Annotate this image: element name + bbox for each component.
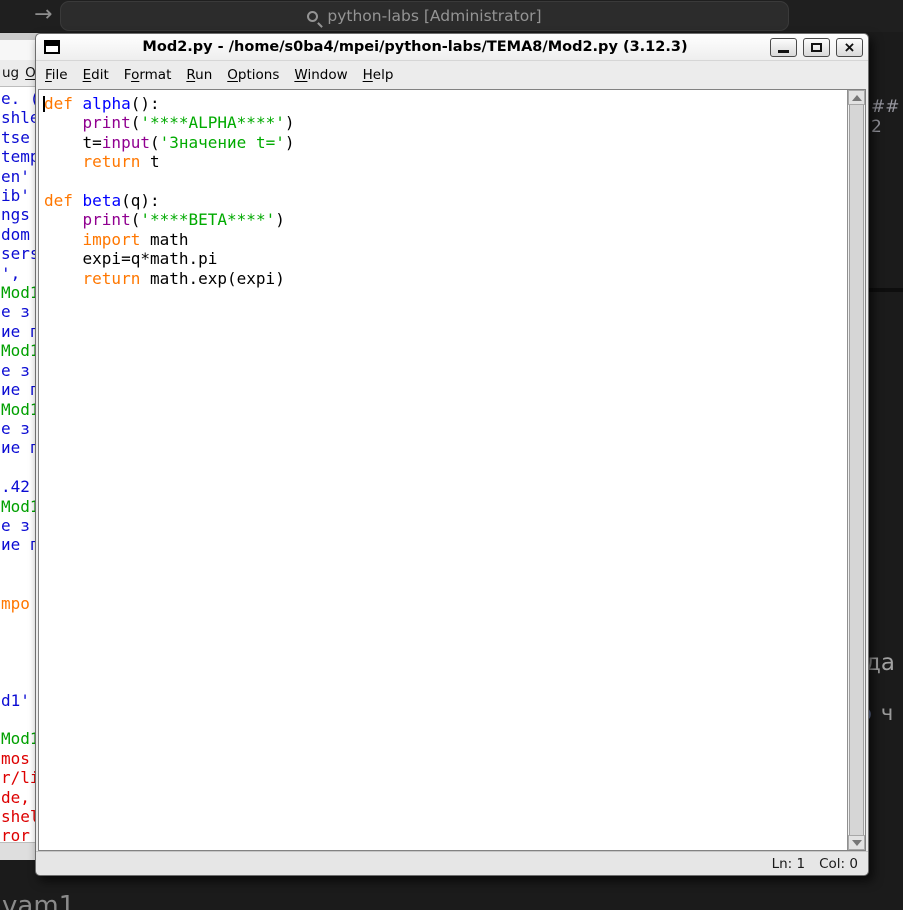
background-menu-fragment: ug bbox=[2, 65, 19, 81]
scroll-down-button[interactable] bbox=[848, 835, 865, 850]
idle-editor-window: Mod2.py - /home/s0ba4/mpei/python-labs/T… bbox=[35, 33, 869, 876]
code-line: def beta(q): bbox=[44, 191, 847, 210]
window-icon bbox=[44, 40, 60, 54]
search-box[interactable]: python-labs [Administrator] bbox=[60, 1, 789, 31]
code-line: def alpha(): bbox=[44, 94, 847, 113]
desktop-fragment-bottom: vam1 bbox=[2, 891, 75, 910]
desktop-fragment-hash: ## 2 bbox=[871, 97, 903, 137]
status-col: Col: 0 bbox=[819, 856, 858, 872]
search-text: python-labs [Administrator] bbox=[327, 7, 541, 25]
arrow-down-icon bbox=[852, 840, 862, 846]
code-line bbox=[44, 172, 847, 191]
code-line: print('****BETA****') bbox=[44, 210, 847, 229]
editor-area: def alpha(): print('****ALPHA****') t=in… bbox=[38, 89, 866, 851]
menu-bar: File Edit Format Run Options Window Help bbox=[36, 61, 868, 89]
code-line: return t bbox=[44, 152, 847, 171]
fragment-ch: ч bbox=[881, 701, 893, 725]
background-shell-window[interactable]: ugO e. (shletsetempen'ib'ngsdomsers',Mod… bbox=[0, 33, 40, 860]
close-icon: × bbox=[845, 39, 855, 56]
text-cursor bbox=[43, 96, 45, 112]
arrow-up-icon bbox=[852, 95, 862, 101]
window-title: Mod2.py - /home/s0ba4/mpei/python-labs/T… bbox=[60, 39, 770, 55]
menu-file[interactable]: File bbox=[45, 67, 68, 83]
minimize-button[interactable] bbox=[770, 38, 797, 57]
menu-options[interactable]: Options bbox=[227, 67, 279, 83]
background-window-gap bbox=[0, 40, 40, 60]
minimize-icon bbox=[778, 50, 789, 53]
vertical-scrollbar[interactable] bbox=[847, 90, 865, 850]
maximize-button[interactable] bbox=[803, 38, 830, 57]
status-bar: Ln: 1 Col: 0 bbox=[36, 851, 868, 875]
desktop-fragment-da: да bbox=[865, 650, 895, 676]
code-line: print('****ALPHA****') bbox=[44, 113, 847, 132]
scrollbar-thumb[interactable] bbox=[849, 105, 864, 835]
background-shell-text: e. (shletsetempen'ib'ngsdomsers',Mod1e з… bbox=[0, 87, 40, 842]
code-line: import math bbox=[44, 230, 847, 249]
background-window-menubar[interactable]: ugO bbox=[0, 60, 40, 87]
code-line: expi=q*math.pi bbox=[44, 249, 847, 268]
close-button[interactable]: × bbox=[836, 38, 863, 57]
search-icon bbox=[307, 11, 318, 22]
code-editor[interactable]: def alpha(): print('****ALPHA****') t=in… bbox=[39, 90, 847, 850]
code-line: return math.exp(expi) bbox=[44, 269, 847, 288]
top-bar: → python-labs [Administrator] bbox=[0, 0, 903, 32]
scroll-up-button[interactable] bbox=[848, 90, 865, 105]
code-line: t=input('Значение t=') bbox=[44, 133, 847, 152]
background-window-titlebar bbox=[0, 33, 40, 40]
menu-window[interactable]: Window bbox=[294, 67, 347, 83]
maximize-icon bbox=[811, 43, 822, 52]
window-controls: × bbox=[770, 38, 863, 57]
menu-edit[interactable]: Edit bbox=[83, 67, 109, 83]
menu-help[interactable]: Help bbox=[363, 67, 394, 83]
forward-arrow-icon[interactable]: → bbox=[34, 2, 52, 27]
menu-format[interactable]: Format bbox=[124, 67, 172, 83]
background-window-statusbar bbox=[0, 842, 40, 860]
menu-run[interactable]: Run bbox=[186, 67, 212, 83]
title-bar[interactable]: Mod2.py - /home/s0ba4/mpei/python-labs/T… bbox=[36, 34, 868, 61]
status-line: Ln: 1 bbox=[772, 856, 806, 872]
